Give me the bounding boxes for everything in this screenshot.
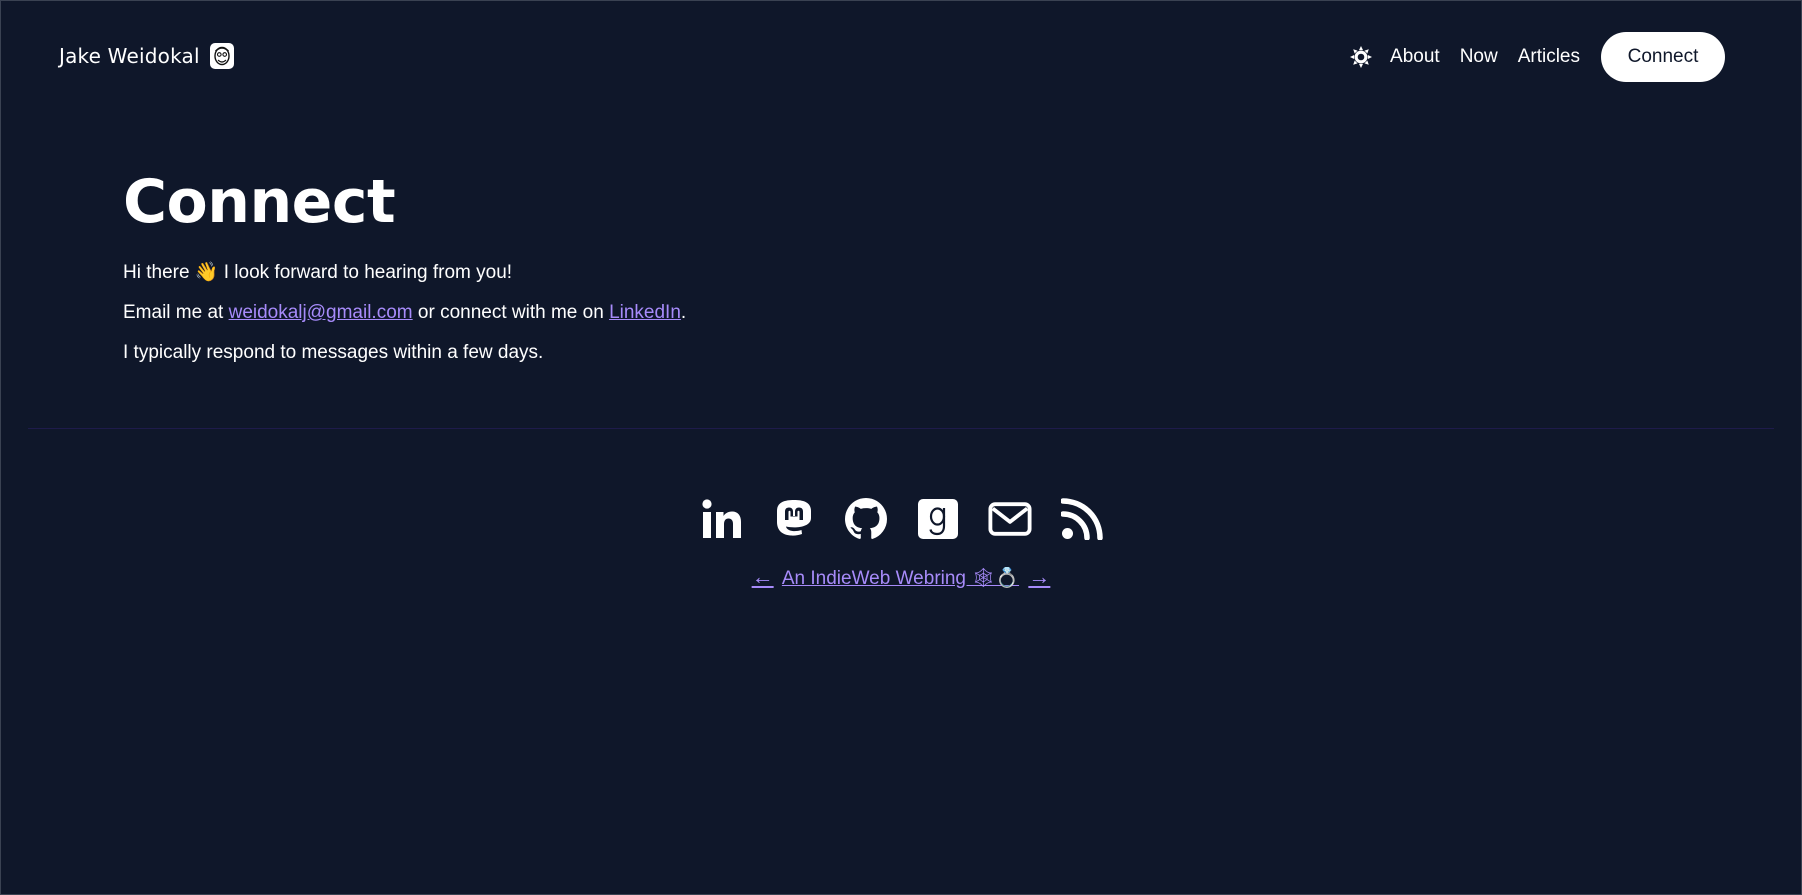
brand-name: Jake Weidokal xyxy=(59,44,200,68)
email-prefix-text: Email me at xyxy=(123,302,229,323)
github-icon[interactable] xyxy=(844,497,888,541)
site-header: Jake Weidokal About Now Articles Connect xyxy=(1,1,1801,111)
main-content: Connect Hi there 👋 I look forward to hea… xyxy=(123,161,1123,373)
response-note: I typically respond to messages within a… xyxy=(123,342,544,363)
greeting-text: Hi there 👋 I look forward to hearing fro… xyxy=(123,262,513,283)
linkedin-link[interactable]: LinkedIn xyxy=(609,302,681,323)
contact-paragraph: Email me at weidokalj@gmail.com or conne… xyxy=(123,293,1123,333)
webring-prev-link[interactable]: ← xyxy=(752,564,774,589)
email-icon[interactable] xyxy=(988,497,1032,541)
main-nav: About Now Articles Connect xyxy=(1349,32,1725,82)
home-link[interactable]: Jake Weidokal xyxy=(59,43,234,69)
site-footer: ← An IndieWeb Webring 🕸💍 → xyxy=(1,497,1801,590)
nav-articles[interactable]: Articles xyxy=(1518,46,1580,68)
nav-about[interactable]: About xyxy=(1390,46,1440,68)
rss-icon[interactable] xyxy=(1060,497,1104,541)
mastodon-icon[interactable] xyxy=(772,497,816,541)
webring-link[interactable]: An IndieWeb Webring 🕸💍 xyxy=(782,568,1019,589)
goodreads-icon[interactable] xyxy=(916,497,960,541)
webring-next-link[interactable]: → xyxy=(1028,564,1050,589)
social-links xyxy=(1,497,1801,541)
divider xyxy=(28,428,1774,429)
avatar-icon xyxy=(209,43,234,69)
email-middle-text: or connect with me on xyxy=(412,302,610,323)
page-title: Connect xyxy=(123,167,396,237)
linkedin-icon[interactable] xyxy=(700,497,744,541)
nav-now[interactable]: Now xyxy=(1460,46,1498,68)
nav-connect-button[interactable]: Connect xyxy=(1601,32,1725,82)
webring-nav: ← An IndieWeb Webring 🕸💍 → xyxy=(1,564,1801,590)
theme-toggle-sun-icon[interactable] xyxy=(1349,45,1373,69)
email-suffix-text: . xyxy=(680,302,687,323)
email-link[interactable]: weidokalj@gmail.com xyxy=(229,302,413,323)
